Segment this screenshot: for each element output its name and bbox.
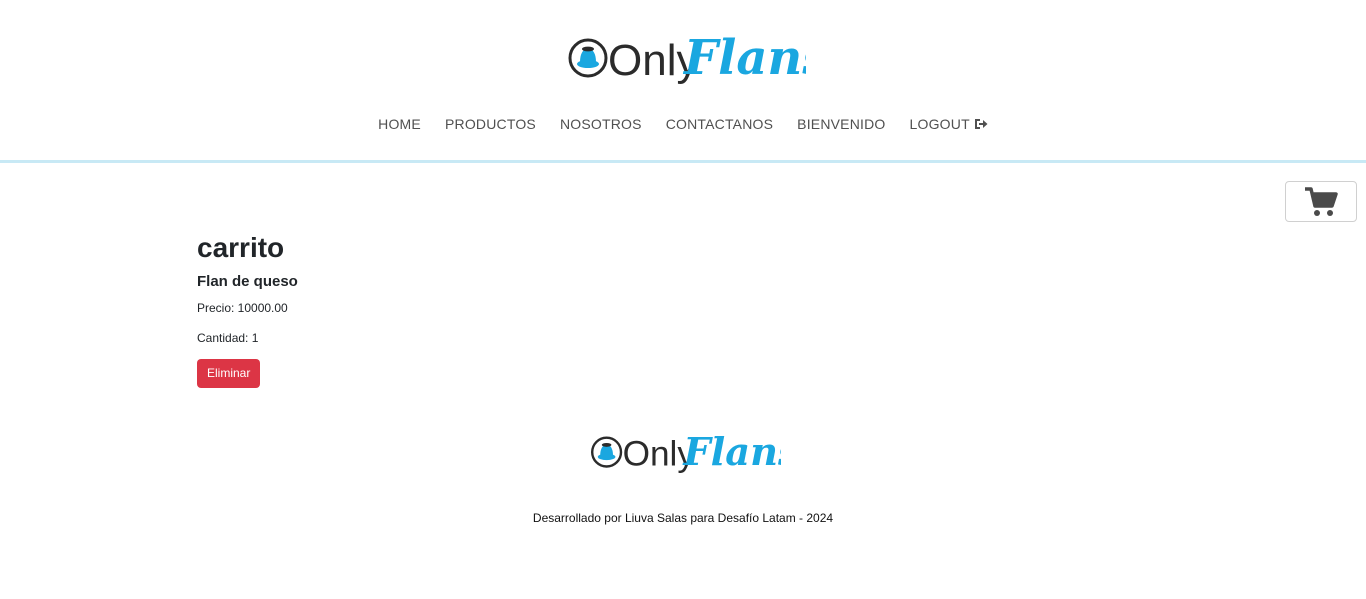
nav-contactanos-label: CONTACTANOS <box>665 116 774 132</box>
logout-icon <box>974 119 988 129</box>
cart-item-price: Precio: 10000.00 <box>197 301 288 315</box>
nav-nosotros-label: NOSOTROS <box>559 116 642 132</box>
shopping-cart-icon <box>1305 186 1338 216</box>
nav-home-label: HOME <box>378 116 421 132</box>
footer-onlyflans-logo: Only Flans <box>591 430 781 473</box>
nav-bienvenido[interactable]: BIENVENIDO <box>785 112 897 136</box>
cart-section: carrito Flan de queso Precio: 10000.00 C… <box>197 228 997 388</box>
nav-bienvenido-label: BIENVENIDO <box>797 116 886 132</box>
cart-item: Flan de queso Precio: 10000.00 Cantidad:… <box>197 272 997 388</box>
footer-credit: Desarrollado por Liuva Salas para Desafí… <box>532 511 834 525</box>
nav-productos[interactable]: PRODUCTOS <box>433 112 548 136</box>
nav-nosotros[interactable]: NOSOTROS <box>548 112 654 136</box>
onlyflans-logo[interactable]: Only Flans <box>566 18 806 84</box>
nav-logout[interactable]: LOGOUT <box>898 112 1000 136</box>
svg-text:Flans: Flans <box>682 30 806 84</box>
main-nav: HOME PRODUCTOS NOSOTROS CONTACTANOS BIEN… <box>0 112 1366 136</box>
site-header: Only Flans HOME PRODUCTOS NOSOTROS CONTA… <box>0 0 1366 163</box>
cart-item-quantity: Cantidad: 1 <box>197 331 259 345</box>
nav-contactanos[interactable]: CONTACTANOS <box>654 112 785 136</box>
page-title: carrito <box>197 232 285 263</box>
nav-productos-label: PRODUCTOS <box>444 116 536 132</box>
svg-text:Flans: Flans <box>682 430 781 473</box>
delete-item-button[interactable]: Eliminar <box>197 359 261 388</box>
cart-item-name: Flan de queso <box>197 273 298 290</box>
nav-logout-label: LOGOUT <box>909 116 970 132</box>
cart-button[interactable] <box>1285 181 1357 222</box>
nav-home[interactable]: HOME <box>366 112 433 136</box>
